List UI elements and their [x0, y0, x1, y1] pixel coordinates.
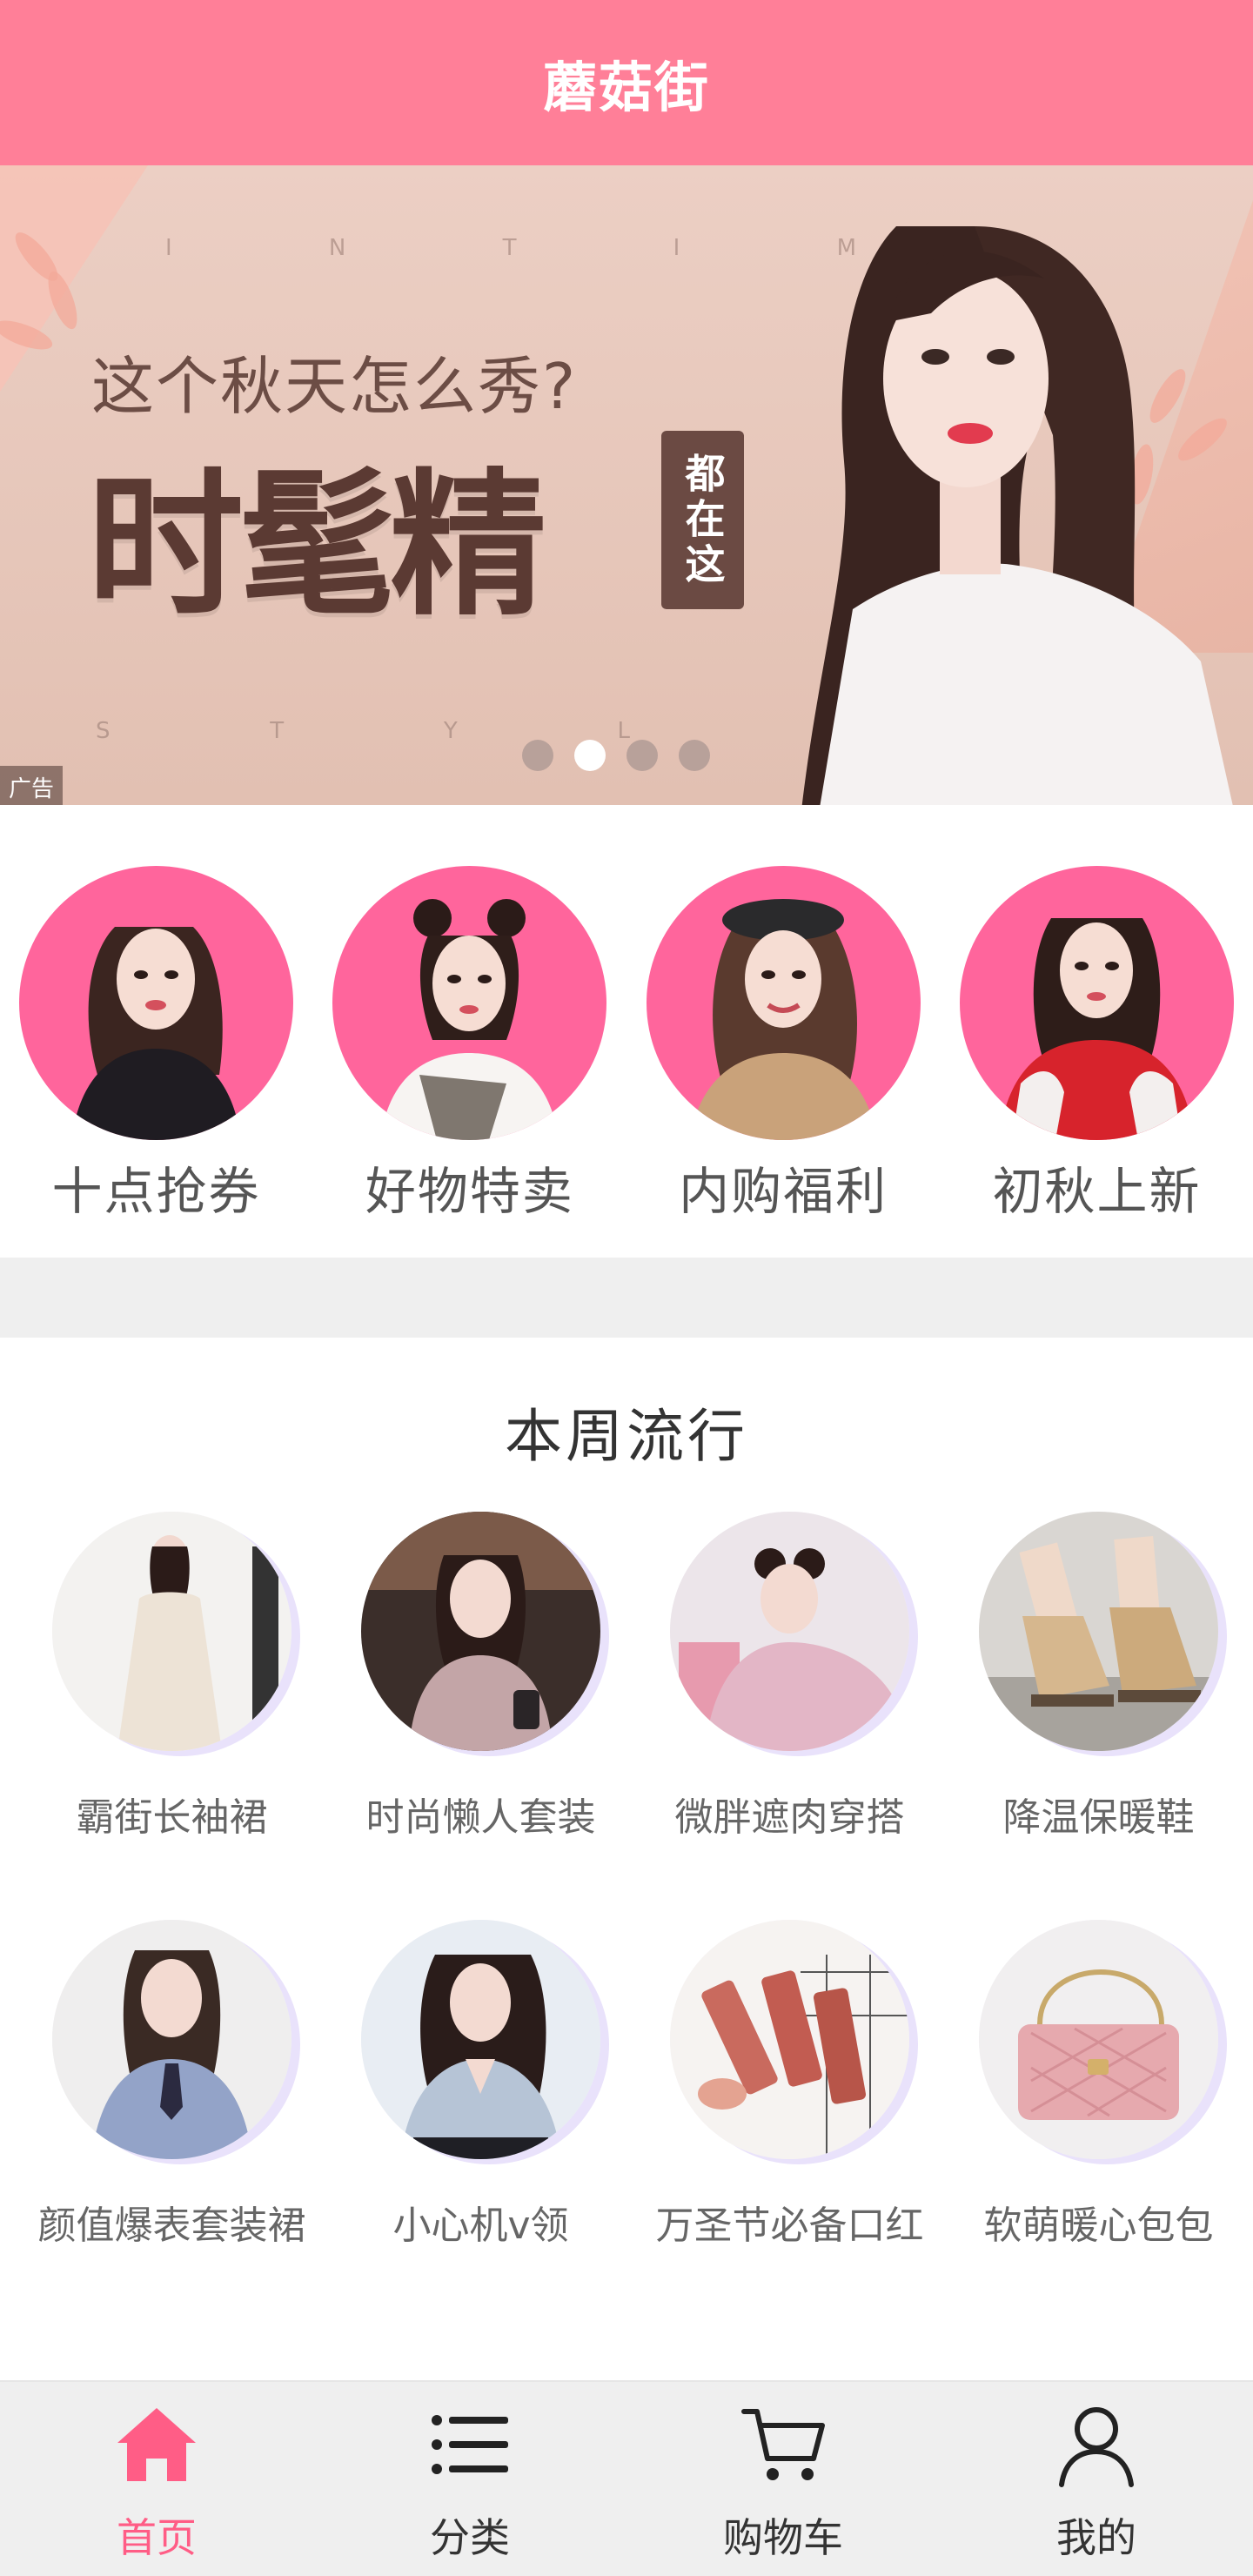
banner-subheading: 这个秋天怎么秀?	[91, 350, 578, 423]
bg-letter: I	[165, 235, 178, 261]
trend-item-plus-size[interactable]: 微胖遮肉穿搭	[635, 1512, 944, 1841]
banner-headline: 时髦精	[87, 455, 546, 637]
bg-letter: Y	[443, 718, 463, 744]
model-black-top-icon	[19, 866, 293, 1140]
banner-vertical-badge: 都在这	[661, 431, 744, 609]
nav-home[interactable]: 首页	[26, 2397, 287, 2564]
model-red-jacket-icon	[959, 866, 1234, 1140]
banner-model-image	[801, 226, 1233, 805]
quick-link-coupons[interactable]: 十点抢券	[19, 866, 293, 1258]
weekly-trending-section: 本周流行 霸街长袖裙 时尚懒人套装 微胖遮肉穿搭 降温保暖鞋 颜值爆表套装裙 小…	[0, 1338, 1253, 2382]
trend-item-v-neck[interactable]: 小心机v领	[326, 1920, 635, 2250]
bg-letter: T	[502, 235, 522, 261]
section-title: 本周流行	[505, 1403, 748, 1470]
pink-bag-icon	[979, 1920, 1218, 2159]
carousel-dot-active[interactable]	[574, 740, 606, 771]
trend-item-label: 万圣节必备口红	[655, 2204, 924, 2248]
screen: 蘑菇街 I N T I M S T Y L 这个秋天怎么秀? 时髦精 都在这 广…	[0, 0, 1253, 2576]
pink-hoodie-icon	[670, 1512, 909, 1751]
nav-label: 首页	[117, 2513, 197, 2561]
pink-coat-icon	[361, 1512, 600, 1751]
trend-item-cute-bags[interactable]: 软萌暖心包包	[944, 1920, 1253, 2250]
nav-me[interactable]: 我的	[966, 2397, 1227, 2564]
lipsticks-icon	[670, 1920, 909, 2159]
v-neck-top-icon	[361, 1920, 600, 2159]
nav-label: 分类	[430, 2513, 510, 2561]
trend-item-label: 小心机v领	[392, 2204, 569, 2248]
cream-dress-icon	[52, 1512, 291, 1751]
trend-item-long-dress[interactable]: 霸街长袖裙	[17, 1512, 326, 1841]
model-plaid-icon	[332, 866, 607, 1140]
bg-letter: S	[96, 718, 116, 744]
quick-links: 十点抢券 好物特卖 内购福利 初秋上新	[0, 805, 1253, 1258]
trend-item-lazy-set[interactable]: 时尚懒人套装	[326, 1512, 635, 1841]
nav-label: 购物车	[723, 2513, 843, 2561]
nav-label: 我的	[1056, 2513, 1136, 2561]
trend-item-warm-shoes[interactable]: 降温保暖鞋	[944, 1512, 1253, 1841]
quick-link-label: 十点抢券	[51, 1162, 261, 1221]
blue-blouse-icon	[52, 1920, 291, 2159]
weekly-grid: 霸街长袖裙 时尚懒人套装 微胖遮肉穿搭 降温保暖鞋 颜值爆表套装裙 小心机v领 …	[17, 1512, 1253, 2250]
quick-link-new-arrivals[interactable]: 初秋上新	[959, 866, 1234, 1258]
bg-letter: N	[328, 235, 352, 261]
nav-category[interactable]: 分类	[339, 2397, 600, 2564]
trend-item-label: 时尚懒人套装	[365, 1795, 596, 1840]
carousel-dot[interactable]	[626, 740, 658, 771]
page-title: 蘑菇街	[542, 56, 710, 119]
home-icon	[109, 2397, 204, 2492]
trend-item-label: 降温保暖鞋	[1002, 1795, 1195, 1840]
boots-icon	[979, 1512, 1218, 1751]
trend-item-label: 霸街长袖裙	[76, 1795, 268, 1840]
carousel-dot[interactable]	[522, 740, 553, 771]
bottom-nav: 首页 分类 购物车 我的	[0, 2380, 1253, 2576]
trend-item-label: 软萌暖心包包	[983, 2204, 1214, 2248]
quick-link-internal-deals[interactable]: 内购福利	[646, 866, 921, 1258]
cart-icon	[735, 2397, 831, 2492]
promo-banner[interactable]: I N T I M S T Y L 这个秋天怎么秀? 时髦精 都在这 广告	[0, 165, 1253, 805]
list-icon	[422, 2397, 518, 2492]
trend-item-halloween-lipstick[interactable]: 万圣节必备口红	[635, 1920, 944, 2250]
nav-cart[interactable]: 购物车	[653, 2397, 914, 2564]
section-divider	[0, 1258, 1253, 1338]
quick-link-specials[interactable]: 好物特卖	[332, 866, 607, 1258]
user-icon	[1049, 2397, 1144, 2492]
app-header: 蘑菇街	[0, 0, 1253, 165]
trend-item-label: 微胖遮肉穿搭	[674, 1795, 905, 1840]
carousel-indicator	[522, 740, 710, 771]
quick-link-label: 好物特卖	[365, 1162, 574, 1221]
ad-tag: 广告	[0, 766, 64, 805]
quick-link-label: 内购福利	[679, 1162, 888, 1221]
trend-item-suit-dress[interactable]: 颜值爆表套装裙	[17, 1920, 326, 2250]
quick-link-label: 初秋上新	[992, 1162, 1202, 1221]
carousel-dot[interactable]	[679, 740, 710, 771]
bg-letter: I	[673, 235, 686, 261]
bg-letter: T	[270, 718, 290, 744]
model-beret-icon	[646, 866, 921, 1140]
trend-item-label: 颜值爆表套装裙	[37, 2204, 306, 2248]
